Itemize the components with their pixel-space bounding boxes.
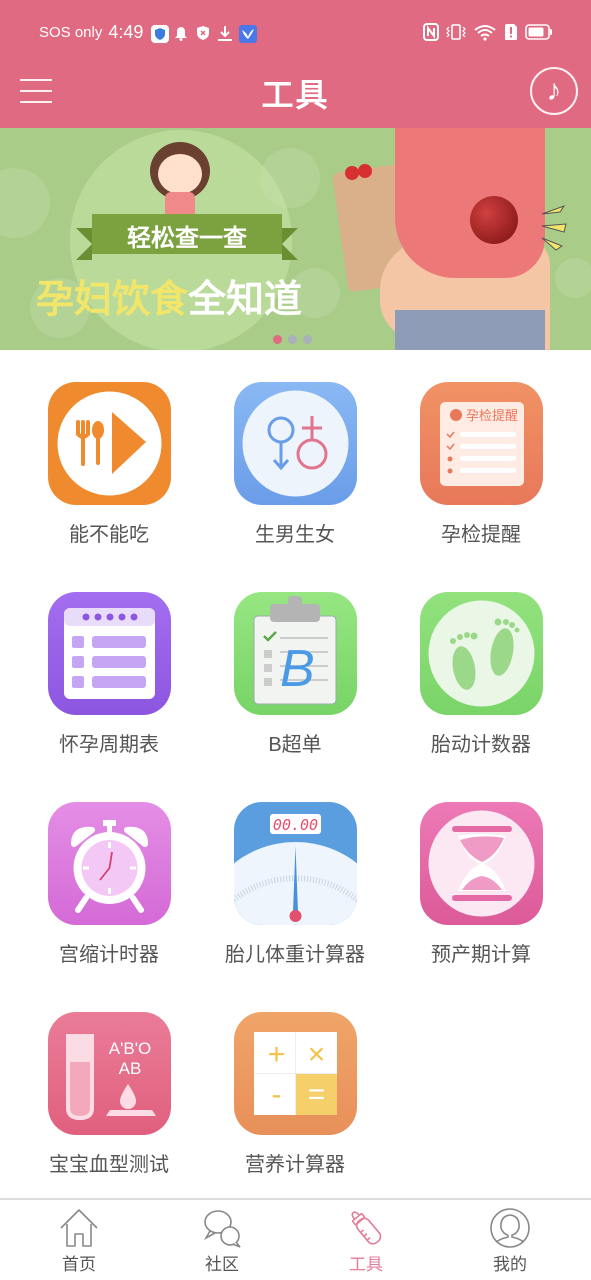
profile-icon <box>490 1208 530 1248</box>
clock: 4:49 <box>108 22 144 42</box>
tool-contraction-timer[interactable]: 宫缩计时器 <box>16 802 202 967</box>
hourglass-icon <box>419 802 543 925</box>
shield-app-icon <box>151 24 170 43</box>
home-icon <box>60 1209 98 1247</box>
tool-checkup-reminder[interactable]: 孕检提醒 孕检提醒 <box>388 382 574 547</box>
calculator-icon: + × - = <box>233 1012 357 1135</box>
tool-label: 宫缩计时器 <box>59 944 159 966</box>
carrier-text: SOS only <box>39 24 103 41</box>
blood-type-text-1: A'B'O <box>108 1039 150 1058</box>
tool-label: B超单 <box>268 734 322 756</box>
gender-icon <box>233 382 357 505</box>
nfc-icon <box>423 23 439 46</box>
checkup-inner-text: 孕检提醒 <box>466 408 518 424</box>
bottom-navigation: 首页 社区 工具 我的 <box>0 1198 591 1280</box>
pagination-dot-3[interactable] <box>303 335 312 344</box>
tool-gender-prediction[interactable]: 生男生女 <box>202 382 388 547</box>
tool-label: 孕检提醒 <box>441 524 521 546</box>
banner-headline: 孕妇饮食全知道 <box>36 279 303 321</box>
nav-community[interactable]: 社区 <box>182 1206 262 1275</box>
pagination-dot-1[interactable] <box>273 335 282 344</box>
top-bar: SOS only 4:49 工具 ♪ <box>0 0 591 128</box>
pagination-dot-2[interactable] <box>288 335 297 344</box>
tool-fetal-weight-calculator[interactable]: 00.00 胎儿体重计算器 <box>202 802 388 967</box>
sim-alert-icon <box>504 23 518 46</box>
food-check-icon <box>47 382 171 505</box>
alarm-clock-icon <box>47 802 171 925</box>
pregnancy-calendar-icon <box>47 592 171 715</box>
wifi-6-icon <box>473 23 497 46</box>
nav-label: 社区 <box>205 1255 239 1274</box>
tool-food-check[interactable]: 能不能吃 <box>16 382 202 547</box>
nav-home[interactable]: 首页 <box>39 1206 119 1275</box>
tool-label: 生男生女 <box>255 524 335 546</box>
calc-plus-key: + <box>267 1038 286 1071</box>
tool-due-date-calculator[interactable]: 预产期计算 <box>388 802 574 967</box>
tool-label: 胎动计数器 <box>431 734 531 756</box>
bell-icon <box>173 25 189 41</box>
tool-pregnancy-calendar[interactable]: 怀孕周期表 <box>16 592 202 757</box>
status-bar: SOS only 4:49 <box>0 18 591 48</box>
nav-label: 工具 <box>349 1255 383 1274</box>
nav-label: 我的 <box>493 1255 527 1274</box>
calc-multiply-key: × <box>307 1038 326 1071</box>
bird-app-icon <box>239 24 258 43</box>
calc-equals-key: = <box>307 1078 326 1111</box>
tool-label: 胎儿体重计算器 <box>225 944 365 966</box>
tool-label: 预产期计算 <box>431 944 531 966</box>
tool-ultrasound-report[interactable]: B B超单 <box>202 592 388 757</box>
blood-type-icon: A'B'O AB <box>47 1012 171 1135</box>
scale-readout: 00.00 <box>272 816 317 834</box>
tool-kick-counter[interactable]: 胎动计数器 <box>388 592 574 757</box>
chat-bubbles-icon <box>203 1210 241 1248</box>
ultrasound-letter: B <box>280 640 315 698</box>
music-note-icon[interactable]: ♪ <box>530 67 578 115</box>
apple-image <box>470 196 518 244</box>
checkup-reminder-icon: 孕检提醒 <box>419 382 543 505</box>
tool-nutrition-calculator[interactable]: + × - = 营养计算器 <box>202 1012 388 1177</box>
battery-icon <box>525 24 553 45</box>
calc-minus-key: - <box>271 1078 282 1111</box>
tool-label: 营养计算器 <box>245 1154 345 1176</box>
nav-profile[interactable]: 我的 <box>470 1206 550 1275</box>
weight-scale-icon: 00.00 <box>233 802 357 925</box>
footprints-icon <box>419 592 543 715</box>
download-icon <box>217 25 233 41</box>
banner-ribbon-text: 轻松查一查 <box>127 225 247 252</box>
baby-bottle-icon <box>351 1211 382 1245</box>
sparkle-icon <box>541 205 567 251</box>
vibrate-icon <box>446 23 466 46</box>
nav-label: 首页 <box>62 1255 96 1274</box>
tool-blood-type-test[interactable]: A'B'O AB 宝宝血型测试 <box>16 1012 202 1177</box>
ultrasound-report-icon: B <box>233 592 357 715</box>
banner-pagination <box>273 335 312 344</box>
promo-banner[interactable]: 轻松查一查 孕妇饮食全知道 <box>0 128 591 350</box>
page-title: 工具 <box>261 77 330 113</box>
tool-label: 能不能吃 <box>69 524 149 546</box>
shield-x-icon <box>195 25 211 41</box>
blood-type-text-2: AB <box>118 1059 141 1078</box>
tool-label: 宝宝血型测试 <box>49 1154 169 1176</box>
nav-tools[interactable]: 工具 <box>326 1206 406 1275</box>
tool-label: 怀孕周期表 <box>59 734 159 756</box>
